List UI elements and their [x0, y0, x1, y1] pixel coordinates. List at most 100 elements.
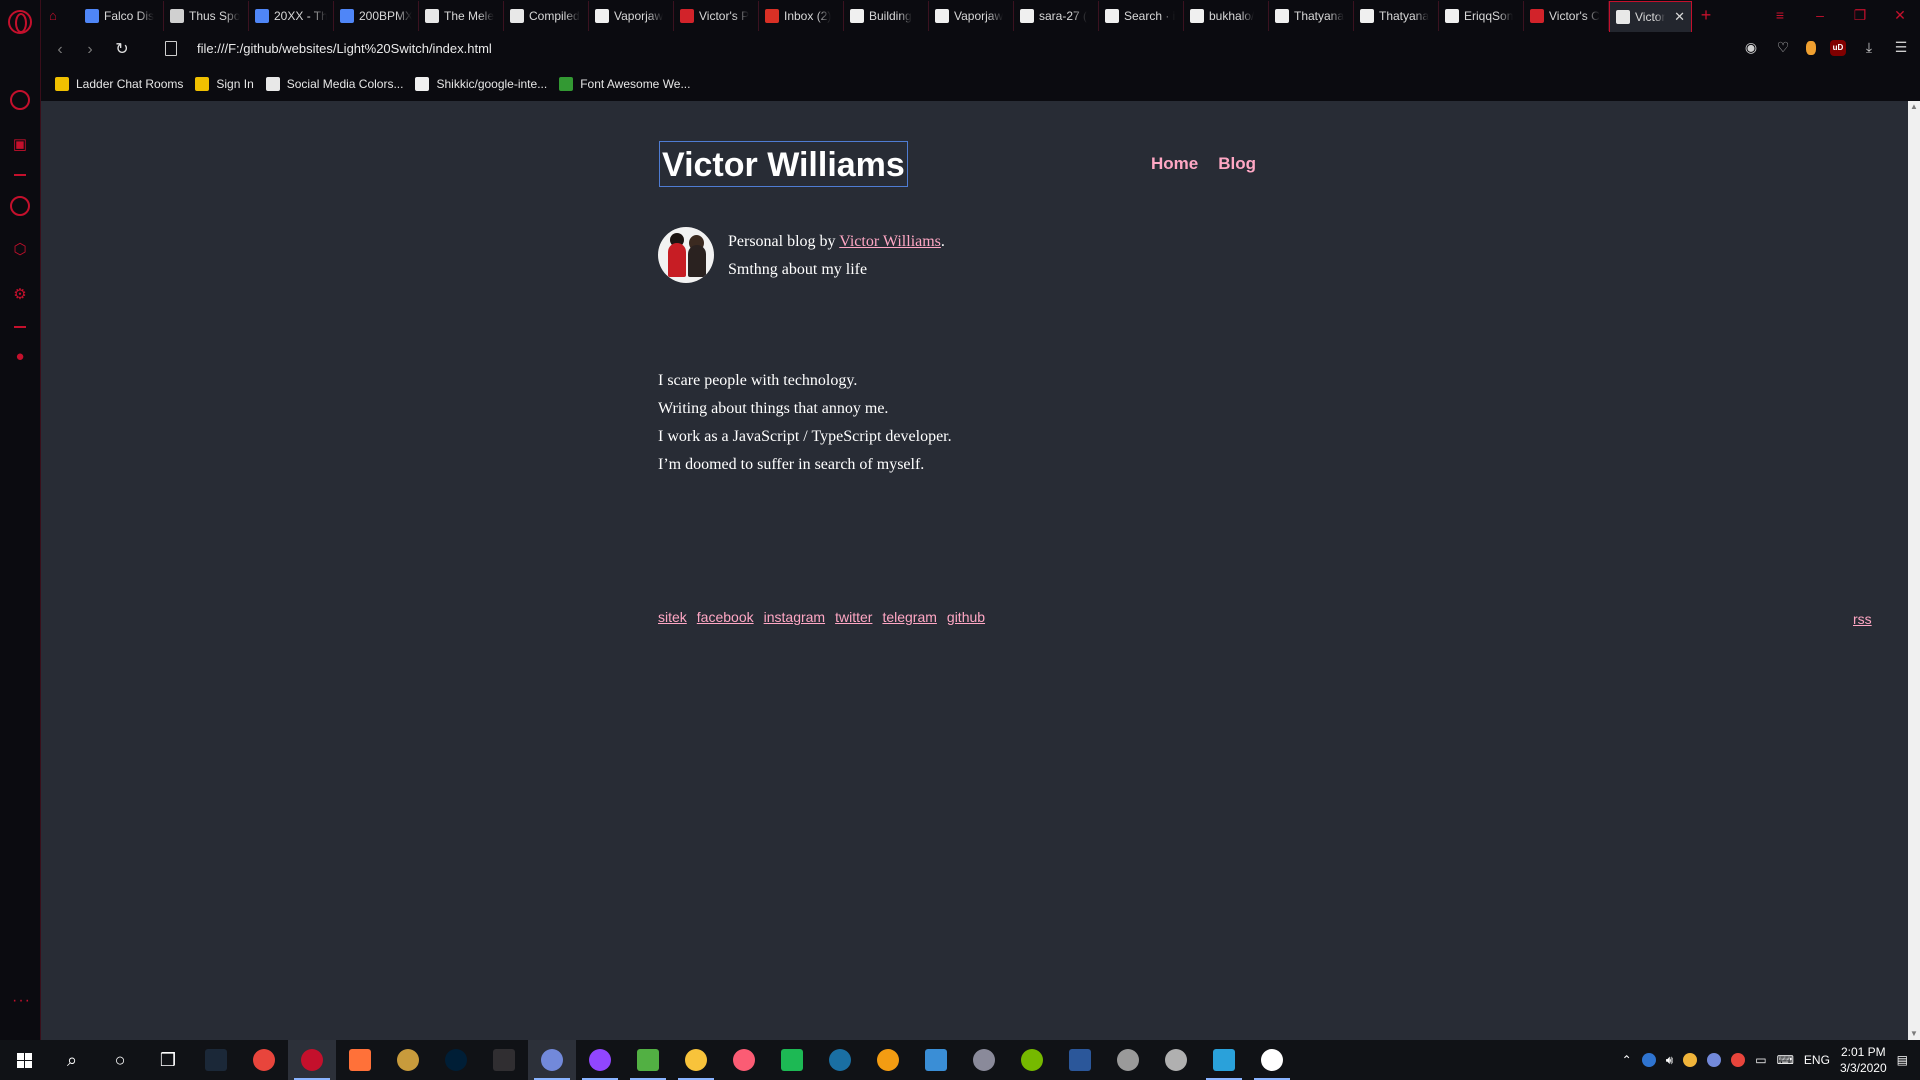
settings-icon[interactable]: ⚙	[10, 285, 30, 305]
facebook-link[interactable]: facebook	[697, 609, 754, 625]
new-tab-button[interactable]: +	[1692, 0, 1720, 30]
bookmark-item[interactable]: Sign In	[195, 77, 254, 91]
settings-icon[interactable]	[1248, 1040, 1296, 1080]
close-window-icon[interactable]: ✕	[1880, 0, 1920, 32]
search-icon[interactable]: ⌕	[48, 1040, 96, 1080]
tab[interactable]: Vaporjaw	[589, 1, 674, 31]
obs-icon[interactable]	[480, 1040, 528, 1080]
tab[interactable]: The Mele	[419, 1, 504, 31]
chrome-tray-icon[interactable]	[1731, 1053, 1746, 1067]
back-icon[interactable]: ‹	[49, 39, 71, 61]
photoshop-icon[interactable]	[432, 1040, 480, 1080]
close-tab-icon[interactable]: ✕	[1674, 9, 1685, 25]
tab[interactable]: Falco Dis	[79, 1, 164, 31]
firefox-icon[interactable]	[336, 1040, 384, 1080]
game-icon[interactable]	[960, 1040, 1008, 1080]
bookmark-item[interactable]: Social Media Colors...	[265, 77, 403, 91]
tab-active[interactable]: Victor ✕	[1609, 1, 1692, 32]
dolphin-icon[interactable]	[912, 1040, 960, 1080]
ublock-icon[interactable]: uD	[1830, 39, 1846, 56]
tab[interactable]: Vaporjaw	[929, 1, 1014, 31]
file-explorer-icon[interactable]	[672, 1040, 720, 1080]
twitter-link[interactable]: twitter	[835, 609, 872, 625]
extension-icon[interactable]	[1806, 40, 1816, 55]
nvidia-icon[interactable]	[1008, 1040, 1056, 1080]
bookmark-item[interactable]: Font Awesome We...	[559, 77, 690, 91]
volume-icon[interactable]: 🔊︎	[1666, 1053, 1674, 1068]
keyboard-icon[interactable]: ⌨	[1777, 1053, 1794, 1067]
discord-icon[interactable]	[528, 1040, 576, 1080]
sitek-link[interactable]: sitek	[658, 609, 687, 625]
url-input[interactable]: file:///F:/github/websites/Light%20Switc…	[197, 41, 492, 56]
telegram-icon[interactable]	[1200, 1040, 1248, 1080]
word-icon[interactable]	[1056, 1040, 1104, 1080]
task-view-icon[interactable]: ❒	[144, 1040, 192, 1080]
notifications-icon[interactable]: ▤	[1897, 1053, 1908, 1067]
twitch-icon[interactable]: ▣	[10, 135, 30, 155]
bookmark-item[interactable]: Shikkic/google-inte...	[415, 77, 547, 91]
scroll-up-icon[interactable]: ▲	[1908, 101, 1920, 113]
steam-icon[interactable]	[192, 1040, 240, 1080]
more-options-icon[interactable]: ···	[12, 992, 31, 1010]
opera-gx-icon[interactable]	[288, 1040, 336, 1080]
cortana-icon[interactable]: ○	[96, 1040, 144, 1080]
clock[interactable]: 2:01 PM 3/3/2020	[1840, 1044, 1887, 1076]
forward-icon[interactable]: ›	[79, 39, 101, 61]
tray-app-icon[interactable]	[1641, 1053, 1656, 1067]
tab[interactable]: Search · i	[1099, 1, 1184, 31]
download-icon[interactable]: ⤓	[1860, 39, 1878, 56]
chrome-icon[interactable]	[240, 1040, 288, 1080]
tab[interactable]: Victor's C	[1524, 1, 1609, 31]
easy-setup-icon[interactable]: ☰	[1892, 39, 1910, 56]
github-link[interactable]: github	[947, 609, 985, 625]
tab[interactable]: Compiled	[504, 1, 589, 31]
tab[interactable]: Thatyana	[1269, 1, 1354, 31]
league-icon[interactable]	[384, 1040, 432, 1080]
rss-link[interactable]: rss	[1853, 611, 1872, 627]
tab[interactable]: bukhalo/	[1184, 1, 1269, 31]
twitch-icon[interactable]	[576, 1040, 624, 1080]
musescore-icon[interactable]	[816, 1040, 864, 1080]
gx-control-icon[interactable]: ⌂	[49, 8, 69, 24]
tab[interactable]: Building	[844, 1, 929, 31]
language-indicator[interactable]: ENG	[1804, 1053, 1830, 1067]
spotify-icon[interactable]	[768, 1040, 816, 1080]
scrollbar[interactable]: ▲ ▼	[1908, 101, 1920, 1040]
bookmark-item[interactable]: Ladder Chat Rooms	[55, 77, 183, 91]
nav-blog-link[interactable]: Blog	[1218, 154, 1256, 174]
discord-tray-icon[interactable]	[1707, 1053, 1722, 1067]
tab[interactable]: Thus Spo	[164, 1, 249, 31]
tool-icon[interactable]	[1104, 1040, 1152, 1080]
tab-menu-icon[interactable]: ≡	[1760, 0, 1800, 32]
fl-studio-icon[interactable]	[864, 1040, 912, 1080]
speed-dial-icon[interactable]	[10, 90, 30, 110]
reload-icon[interactable]: ↻	[111, 39, 133, 61]
tab[interactable]: Victor's P	[674, 1, 759, 31]
tab[interactable]: 200BPMX	[334, 1, 419, 31]
tray-app-icon[interactable]	[1683, 1053, 1698, 1067]
tab[interactable]: EriqqSon	[1439, 1, 1524, 31]
bio-author-link[interactable]: Victor Williams	[839, 233, 941, 250]
scroll-down-icon[interactable]: ▼	[1908, 1028, 1920, 1040]
network-icon[interactable]: ▭	[1755, 1053, 1766, 1067]
instagram-link[interactable]: instagram	[764, 609, 825, 625]
restore-icon[interactable]: ❐	[1840, 0, 1880, 32]
history-icon[interactable]	[10, 196, 30, 216]
camera-icon[interactable]: ◉	[1742, 39, 1760, 56]
app-icon[interactable]	[1152, 1040, 1200, 1080]
minimize-icon[interactable]: –	[1800, 0, 1840, 32]
tab[interactable]: Inbox (2)	[759, 1, 844, 31]
nav-home-link[interactable]: Home	[1151, 154, 1198, 174]
xbox-icon[interactable]	[624, 1040, 672, 1080]
cube-icon[interactable]: ⬡	[10, 240, 30, 260]
tab[interactable]: Thatyana	[1354, 1, 1439, 31]
opera-logo-icon[interactable]	[8, 10, 32, 34]
blog-title[interactable]: Victor Williams	[659, 141, 908, 187]
heart-icon[interactable]: ♡	[1774, 39, 1792, 56]
start-button[interactable]	[0, 1040, 48, 1080]
tray-chevron-icon[interactable]: ⌃	[1622, 1053, 1632, 1067]
telegram-link[interactable]: telegram	[882, 609, 936, 625]
itunes-icon[interactable]	[720, 1040, 768, 1080]
tab[interactable]: 20XX - Th	[249, 1, 334, 31]
tab[interactable]: sara-27 (	[1014, 1, 1099, 31]
